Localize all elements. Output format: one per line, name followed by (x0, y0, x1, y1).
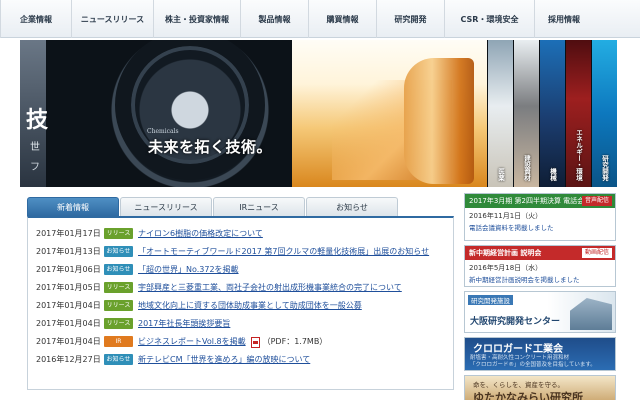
hero-side-char-1: 世 (30, 142, 40, 153)
briefing-link[interactable]: 新中期経営計画説明会を掲載しました (465, 273, 615, 284)
tab-latest[interactable]: 新着情報 (27, 197, 119, 216)
hero-tire-image (20, 40, 292, 187)
hero-category-pharma[interactable]: 医薬 (487, 40, 513, 187)
nav-item-recruit[interactable]: 採用情報 (535, 0, 593, 38)
news-date: 2017年01月04日 (36, 336, 101, 346)
news-badge: リリース (104, 281, 133, 293)
earnings-call-date: 2016年11月1日（火） (469, 212, 543, 220)
hero-category-label: エネルギー・環境 (574, 129, 583, 181)
news-tabs: 新着情報 ニュースリリース IRニュース お知らせ (27, 197, 399, 216)
news-file-info: （PDF：1.7MB） (262, 336, 328, 346)
hero-side-char-big: 技 (26, 108, 49, 133)
nav-item-purchasing[interactable]: 購買情報 (309, 0, 377, 38)
news-link[interactable]: 地域文化向上に資する団体助成事業として助成団体を一般公募 (138, 300, 362, 311)
hero-category-label: 研究開発 (600, 155, 609, 181)
hero-category-label: 医薬 (496, 168, 505, 181)
tab-ir-news[interactable]: IRニュース (213, 197, 305, 216)
news-link[interactable]: ナイロン6樹脂の価格改定について (138, 228, 263, 239)
news-date: 2017年01月17日 (36, 228, 101, 238)
news-badge: リリース (104, 227, 133, 239)
news-list: 2017年01月17日 リリース ナイロン6樹脂の価格改定について 2017年0… (27, 216, 454, 390)
audio-stream-button[interactable]: 音声配信 (581, 196, 612, 206)
news-badge: IR (104, 335, 133, 347)
film-roll-graphic (404, 58, 474, 184)
future-lab-catch: 命を、くらしを、資産を守る。 (473, 381, 564, 389)
sidebar: 2017年3月期 第2四半期決算 電話会議配信 音声配信 2016年11月1日（… (464, 193, 616, 400)
news-item: 2016年12月27日 お知らせ 新テレビCM「世界を進めろ」編の放映について (36, 350, 453, 368)
tab-news-release[interactable]: ニュースリリース (120, 197, 212, 216)
nav-item-news-release[interactable]: ニュースリリース (72, 0, 154, 38)
hero-side-char-2: フ (30, 162, 40, 173)
news-badge: お知らせ (104, 263, 133, 275)
research-center-name: 大阪研究開発センター (470, 317, 561, 327)
chloroguard-banner[interactable]: クロロガード工業会 耐塩害・高耐久性コンクリート用混和材 「クロロガード®」の全国… (464, 337, 616, 371)
nav-item-csr[interactable]: CSR・環境安全 (445, 0, 535, 38)
hero-category-label: 機械 (548, 168, 557, 181)
briefing-date: 2016年5月18日（水） (469, 264, 543, 272)
hero-category-machinery[interactable]: 機械 (539, 40, 565, 187)
news-date: 2017年01月04日 (36, 300, 101, 310)
news-item: 2017年01月04日 IR ビジネスレポートVol.8を掲載 （PDF：1.7… (36, 332, 453, 350)
news-date: 2016年12月27日 (36, 354, 101, 364)
news-link[interactable]: ビジネスレポートVol.8を掲載 (138, 336, 246, 347)
hero-category-energy[interactable]: エネルギー・環境 (565, 40, 591, 187)
news-badge: リリース (104, 317, 133, 329)
news-item: 2017年01月04日 リリース 2017年社長年頭挨拶要旨 (36, 314, 453, 332)
briefing-banner[interactable]: 新中期経営計画 説明会 動画配信 2016年5月18日（水） 新中期経営計画説明… (464, 245, 616, 287)
future-lab-title: ゆたかなみらい研究所 (473, 391, 583, 400)
hero-category-construction[interactable]: 建設資材 (513, 40, 539, 187)
nav-item-research[interactable]: 研究開発 (377, 0, 445, 38)
top-navigation: 企業情報 ニュースリリース 株主・投資家情報 製品情報 購買情報 研究開発 CS… (0, 0, 640, 38)
nav-item-investors[interactable]: 株主・投資家情報 (154, 0, 241, 38)
hero-category-label: 建設資材 (522, 155, 531, 181)
hero-film-image (292, 40, 487, 187)
news-item: 2017年01月05日 リリース 宇部興産と三菱重工業、両社子会社の射出成形機事… (36, 278, 453, 296)
news-date: 2017年01月06日 (36, 264, 101, 274)
news-link[interactable]: 宇部興産と三菱重工業、両社子会社の射出成形機事業統合の完了について (138, 282, 402, 293)
news-badge: お知らせ (104, 245, 133, 257)
hero-tagline: 未来を拓く技術。 (148, 138, 273, 156)
news-date: 2017年01月04日 (36, 318, 101, 328)
news-link[interactable]: 新テレビCM「世界を進めろ」編の放映について (138, 354, 310, 365)
news-date: 2017年01月13日 (36, 246, 101, 256)
earnings-call-banner[interactable]: 2017年3月期 第2四半期決算 電話会議配信 音声配信 2016年11月1日（… (464, 193, 616, 241)
research-center-banner[interactable]: 研究開発施設 大阪研究開発センター (464, 291, 616, 333)
nav-item-products[interactable]: 製品情報 (241, 0, 309, 38)
pdf-icon (250, 336, 260, 348)
nav-item-corporate-info[interactable]: 企業情報 (0, 0, 72, 38)
video-stream-button[interactable]: 動画配信 (581, 248, 612, 258)
news-item: 2017年01月06日 お知らせ 「超の世界」No.372を掲載 (36, 260, 453, 278)
earnings-call-link[interactable]: 電話会議資料を掲載しました (465, 221, 615, 232)
chloroguard-sub2: 「クロロガード®」の全国普及を目指しています。 (470, 362, 596, 368)
research-facility-tag: 研究開発施設 (468, 295, 513, 305)
tab-notices[interactable]: お知らせ (306, 197, 398, 216)
news-item: 2017年01月13日 お知らせ 「オートモーティブワールド2017 第7回クル… (36, 242, 453, 260)
tire-ring-graphic (115, 40, 265, 180)
chloroguard-title: クロロガード工業会 (473, 344, 563, 355)
news-link[interactable]: 2017年社長年頭挨拶要旨 (138, 318, 230, 329)
chloroguard-subtext: 耐塩害・高耐久性コンクリート用混和材 「クロロガード®」の全国普及を目指しています… (470, 355, 596, 369)
news-badge: リリース (104, 299, 133, 311)
news-link[interactable]: 「超の世界」No.372を掲載 (138, 264, 239, 275)
news-link[interactable]: 「オートモーティブワールド2017 第7回クルマの軽量化技術展」出展のお知らせ (138, 246, 429, 257)
hero-chemicals-label: Chemicals (147, 128, 179, 135)
news-badge: お知らせ (104, 353, 133, 365)
hero-category-columns: 医薬 建設資材 機械 エネルギー・環境 研究開発 (487, 40, 617, 187)
chloroguard-sub1: 耐塩害・高耐久性コンクリート用混和材 (470, 355, 570, 361)
news-item: 2017年01月04日 リリース 地域文化向上に資する団体助成事業として助成団体… (36, 296, 453, 314)
news-panel: 新着情報 ニュースリリース IRニュース お知らせ 2017年01月17日 リリ… (27, 197, 454, 390)
news-date: 2017年01月05日 (36, 282, 101, 292)
hero-side-strip: 技 世 フ (20, 40, 49, 187)
future-lab-banner[interactable]: 命を、くらしを、資産を守る。 ゆたかなみらい研究所 (464, 375, 616, 400)
building-image (570, 298, 612, 330)
hero-category-research[interactable]: 研究開発 (591, 40, 617, 187)
hero-banner[interactable]: 技 世 フ Chemicals 未来を拓く技術。 医薬 建設資材 機械 エネルギ… (20, 40, 617, 187)
news-item: 2017年01月17日 リリース ナイロン6樹脂の価格改定について (36, 224, 453, 242)
